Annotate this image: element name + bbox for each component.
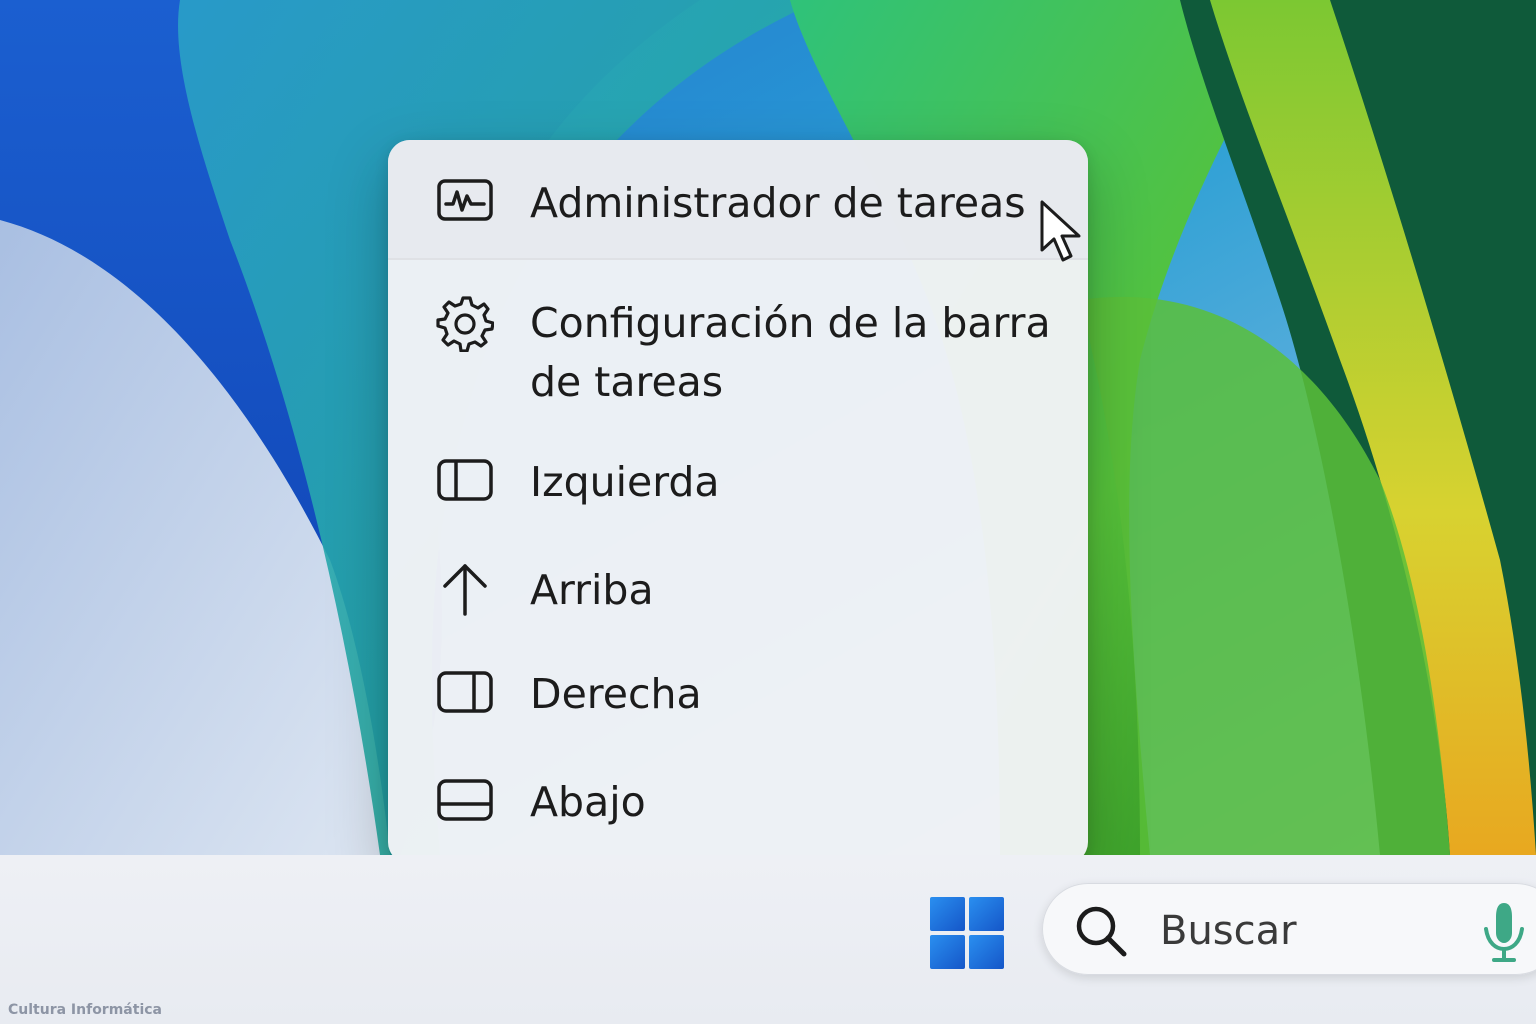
search-placeholder[interactable]: Buscar — [1160, 905, 1297, 957]
menu-divider — [388, 258, 1088, 260]
menu-item-label: Abajo — [530, 778, 646, 826]
search-icon — [1072, 902, 1130, 960]
panel-bottom-icon — [436, 772, 494, 830]
windows-logo-icon — [930, 897, 1004, 969]
menu-item-label: Arriba — [530, 566, 654, 614]
start-button[interactable] — [928, 895, 1008, 971]
menu-item-bottom[interactable]: Abajo — [388, 772, 1088, 836]
menu-item-label: Administrador de tareas — [530, 179, 1026, 227]
menu-item-label: Izquierda — [530, 458, 720, 506]
arrow-up-icon — [436, 560, 494, 618]
watermark: Cultura Informática — [8, 1002, 162, 1018]
menu-item-taskbar-settings[interactable]: Configuración de la barra de tareas — [388, 290, 1088, 420]
task-manager-icon — [436, 172, 494, 230]
menu-item-top[interactable]: Arriba — [388, 560, 1088, 624]
taskbar-context-menu: Administrador de tareas Configuración de… — [388, 140, 1088, 864]
menu-item-label: Configuración de la barra de tareas — [530, 299, 1051, 406]
menu-item-task-manager[interactable]: Administrador de tareas — [388, 140, 1088, 258]
panel-right-icon — [436, 664, 494, 722]
menu-item-left[interactable]: Izquierda — [388, 452, 1088, 516]
gear-icon — [436, 294, 494, 352]
menu-item-right[interactable]: Derecha — [388, 664, 1088, 728]
menu-item-label: Derecha — [530, 670, 702, 718]
panel-left-icon — [436, 452, 494, 510]
mouse-pointer-icon — [1038, 198, 1088, 270]
copilot-icon[interactable] — [1478, 899, 1530, 965]
